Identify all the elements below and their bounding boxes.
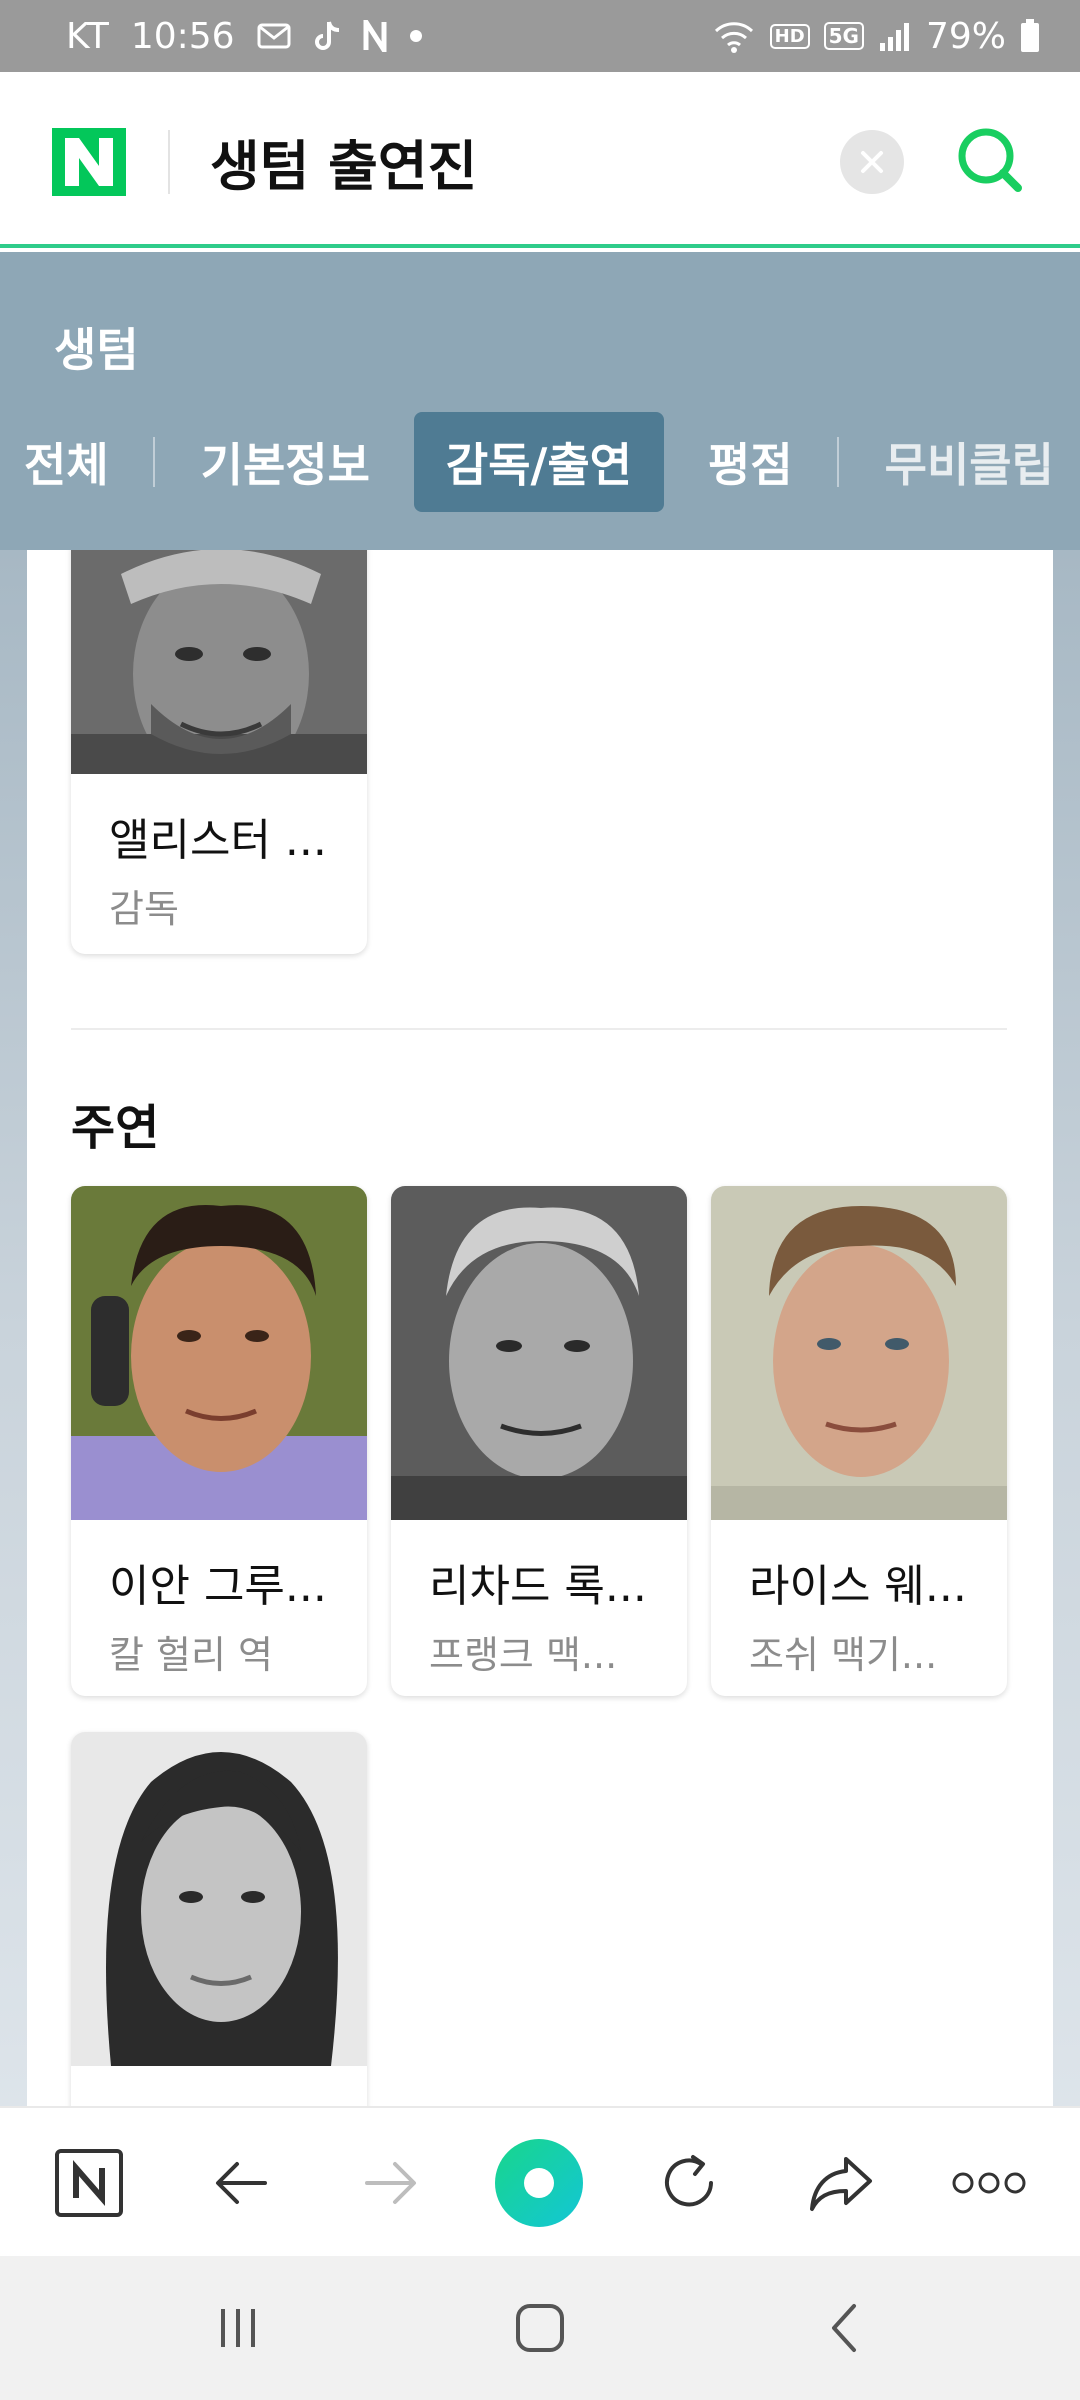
system-nav-bar [0,2256,1080,2400]
tab-movie-clip[interactable]: 무비클립 [885,412,1054,512]
clear-button[interactable] [840,130,904,194]
back-arrow-icon [216,2162,267,2204]
cast-card[interactable]: 리차드 록... 프랭크 맥... [391,1186,687,1696]
battery-percent: 79% [925,15,1006,57]
cast-name: 라이스 웨... [749,1561,967,1612]
share-icon [810,2157,872,2211]
close-icon [861,151,883,173]
section-divider [71,1028,1007,1030]
back-nav-button[interactable] [794,2278,894,2378]
5g-badge: 5G [823,22,864,50]
tab-basic-info[interactable]: 기본정보 [201,412,370,512]
share-button[interactable] [796,2138,886,2228]
forward-arrow-icon [365,2162,416,2204]
status-bar: KT 10:56 HD 5G 79% [0,0,1080,72]
tab-separator [836,437,839,487]
tab-separator [152,437,155,487]
back-button[interactable] [196,2138,286,2228]
naver-logo[interactable] [52,128,126,196]
cast-card[interactable]: 라이스 웨... 조쉬 맥기... [711,1186,1007,1696]
mail-icon [257,23,291,49]
director-name: 앨리스터 ... [109,815,327,866]
tab-director-cast[interactable]: 감독/출연 [413,412,665,512]
cast-photo [71,1732,367,2066]
director-role: 감독 [109,887,179,931]
cast-role: 프랭크 맥... [429,1633,618,1677]
movie-header: 생텀 전체 기본정보 감독/출연 평점 무비클립 [0,252,1080,550]
clock: 10:56 [130,15,235,57]
header-divider [168,130,170,194]
search-button[interactable] [950,120,1030,200]
cast-name: 리차드 록... [429,1561,647,1612]
tab-rating[interactable]: 평점 [708,412,793,512]
home-icon [516,2304,564,2352]
green-dot-button[interactable] [494,2138,584,2228]
tiktok-icon [313,20,341,52]
home-button[interactable] [490,2278,590,2378]
naver-n-icon [363,20,387,52]
cast-role: 칼 헐리 역 [109,1633,273,1677]
director-card[interactable]: 앨리스터 ... 감독 [71,550,367,954]
more-icon [952,2172,1026,2194]
cast-name: 이안 그루... [109,1561,327,1612]
back-icon [832,2304,856,2352]
cast-role: 조쉬 맥기... [749,1633,938,1677]
cast-card[interactable]: 이안 그루... 칼 헐리 역 [71,1186,367,1696]
carrier: KT [66,15,109,57]
cast-photo [711,1186,1007,1520]
naver-home-icon [55,2149,123,2217]
search-query[interactable]: 생텀 출연진 [210,122,477,201]
main-cast-title: 주연 [71,1100,160,1156]
refresh-icon [665,2155,713,2207]
more-button[interactable] [944,2138,1034,2228]
cast-card[interactable] [71,1732,367,2106]
recents-button[interactable] [188,2278,288,2378]
forward-button[interactable] [346,2138,436,2228]
search-icon [958,128,1022,192]
cast-photo [71,1186,367,1520]
browser-toolbar [0,2106,1080,2256]
refresh-button[interactable] [644,2138,734,2228]
signal-icon [878,21,912,51]
movie-tabs: 전체 기본정보 감독/출연 평점 무비클립 [0,412,1080,512]
cast-card: 앨리스터 ... 감독 주연 이안 그루... 칼 헐리 역 리차드 록... … [27,550,1053,2106]
naver-home-button[interactable] [44,2138,134,2228]
search-header: 생텀 출연진 [0,72,1080,248]
recents-icon [221,2309,255,2347]
wifi-icon [712,19,756,53]
tab-all[interactable]: 전체 [24,412,109,512]
movie-title[interactable]: 생텀 [54,314,139,380]
hd-badge: HD [769,23,810,49]
battery-icon [1020,19,1040,53]
green-dot-icon [495,2139,583,2227]
director-photo [71,550,367,774]
cast-photo [391,1186,687,1520]
dot-icon [409,29,423,43]
